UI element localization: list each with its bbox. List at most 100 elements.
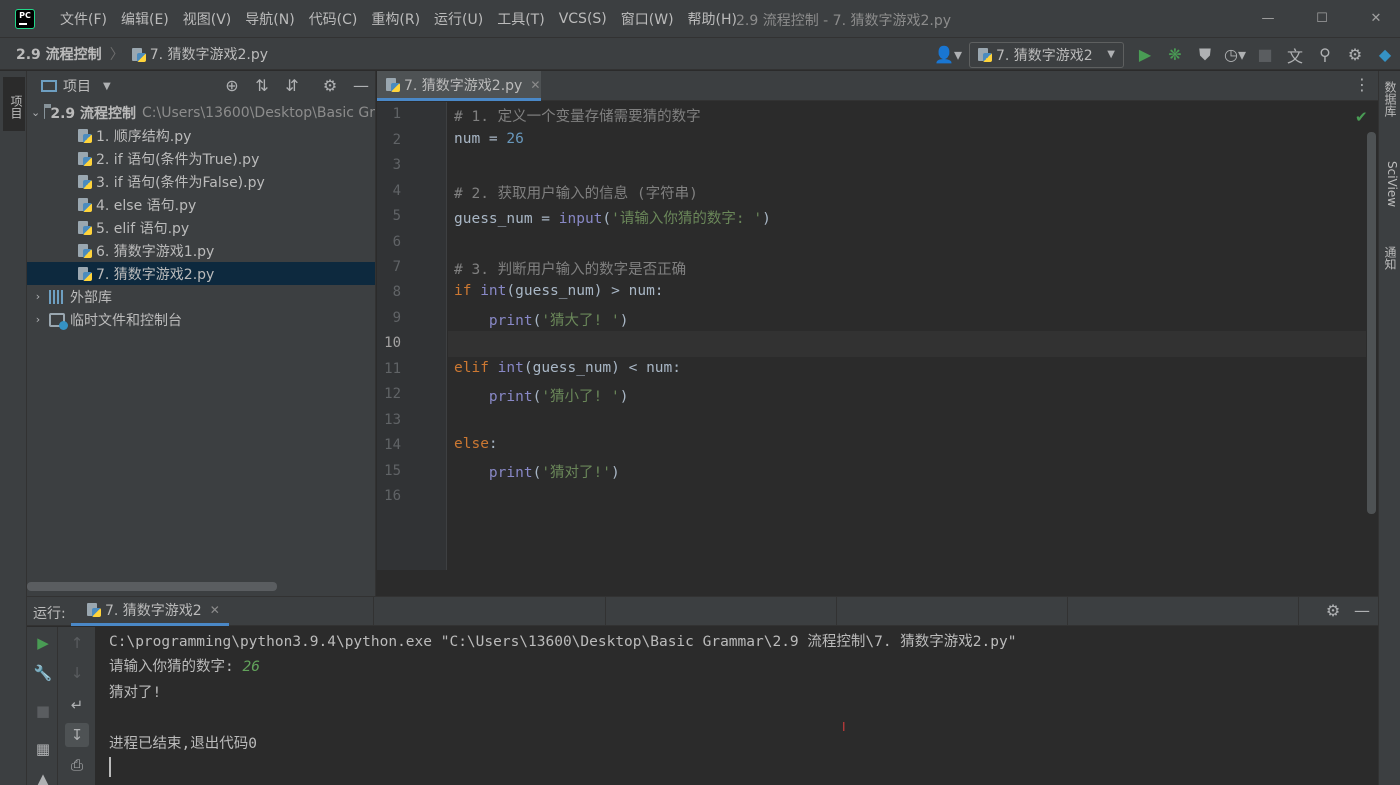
translate-icon[interactable]: 文 bbox=[1280, 40, 1310, 70]
user-icon[interactable]: 👤▾ bbox=[933, 40, 963, 70]
chevron-right-icon[interactable]: › bbox=[31, 290, 45, 303]
profile-icon[interactable]: ◷▾ bbox=[1220, 40, 1250, 70]
tree-file-item[interactable]: 4. else 语句.py bbox=[27, 193, 375, 216]
sciview-tool-tab[interactable]: SciView bbox=[1381, 161, 1399, 207]
external-libs-label: 外部库 bbox=[70, 289, 112, 306]
notifications-tool-tab[interactable]: 通知 bbox=[1381, 246, 1399, 270]
run-tab-active[interactable]: 7. 猜数字游戏2 ✕ bbox=[71, 597, 229, 626]
menu-run[interactable]: 运行(U) bbox=[427, 9, 490, 29]
code-editor[interactable]: # 1. 定义一个变量存储需要猜的数字 num = 26 # 2. 获取用户输入… bbox=[448, 102, 1366, 570]
run-icon[interactable]: ▶ bbox=[1130, 40, 1160, 70]
menu-window[interactable]: 窗口(W) bbox=[614, 9, 681, 29]
arrow-up-icon[interactable]: ↑ bbox=[65, 631, 89, 655]
tree-file-item[interactable]: 1. 顺序结构.py bbox=[27, 124, 375, 147]
menu-help[interactable]: 帮助(H) bbox=[681, 9, 744, 29]
root-folder-path: C:\Users\13600\Desktop\Basic Gr bbox=[142, 104, 375, 121]
minimize-button[interactable]: — bbox=[1248, 8, 1288, 30]
console-caret bbox=[109, 757, 111, 777]
tree-external-libraries[interactable]: › 外部库 bbox=[27, 285, 375, 308]
rerun-icon[interactable]: ▶ bbox=[31, 631, 55, 655]
builtin-token: print bbox=[488, 389, 533, 405]
expand-all-icon[interactable]: ⇅ bbox=[250, 74, 274, 98]
text-cursor-icon: I bbox=[842, 720, 846, 734]
soft-wrap-icon[interactable]: ↵ bbox=[65, 693, 89, 717]
chevron-down-icon[interactable]: ⌄ bbox=[31, 106, 40, 119]
chevron-right-icon[interactable]: › bbox=[31, 313, 45, 326]
code-token: (guess_num) < num: bbox=[523, 360, 681, 376]
horizontal-scrollbar[interactable] bbox=[27, 582, 277, 591]
database-tool-tab[interactable]: 数据库 bbox=[1381, 81, 1399, 117]
chevron-up-icon[interactable]: ▲ bbox=[31, 767, 55, 785]
close-window-button[interactable]: ✕ bbox=[1356, 8, 1396, 30]
tree-file-item[interactable]: 2. if 语句(条件为True).py bbox=[27, 147, 375, 170]
file-name: 5. elif 语句.py bbox=[96, 220, 190, 237]
file-name: 7. 猜数字游戏2.py bbox=[96, 266, 215, 283]
tree-file-item-selected[interactable]: 7. 猜数字游戏2.py bbox=[27, 262, 375, 285]
line-number: 13 bbox=[384, 412, 401, 428]
console-exit-line: 进程已结束,退出代码0 bbox=[109, 736, 257, 752]
locate-file-icon[interactable]: ⊕ bbox=[220, 74, 244, 98]
gear-icon[interactable]: ⚙ bbox=[1340, 40, 1370, 70]
layout-icon[interactable]: ▦ bbox=[31, 737, 55, 761]
console-command-line: C:\programming\python3.9.4\python.exe "C… bbox=[109, 634, 1017, 650]
vertical-scrollbar[interactable] bbox=[1367, 132, 1376, 514]
pycharm-logo-icon: PC bbox=[15, 8, 35, 29]
wrench-icon[interactable]: 🔧 bbox=[31, 661, 55, 685]
code-line-11: elif int(guess_num) < num: bbox=[454, 360, 681, 376]
arrow-down-icon[interactable]: ↓ bbox=[65, 661, 89, 685]
tree-file-item[interactable]: 6. 猜数字游戏1.py bbox=[27, 239, 375, 262]
search-icon[interactable]: ⚲ bbox=[1310, 40, 1340, 70]
more-vertical-icon[interactable]: ⋮ bbox=[1354, 75, 1370, 94]
menu-vcs[interactable]: VCS(S) bbox=[552, 11, 614, 27]
builtin-token: input bbox=[558, 211, 603, 227]
menu-file[interactable]: 文件(F) bbox=[53, 9, 114, 29]
line-number: 14 bbox=[384, 437, 401, 453]
code-token: ) bbox=[619, 313, 629, 329]
string-token: '猜对了!' bbox=[541, 465, 612, 481]
run-configuration-select[interactable]: 7. 猜数字游戏2 ▼ bbox=[969, 41, 1124, 68]
editor-tab-active[interactable]: 7. 猜数字游戏2.py ✕ bbox=[377, 71, 541, 101]
divider bbox=[1067, 597, 1068, 626]
stop-icon[interactable]: ■ bbox=[1250, 40, 1280, 70]
tree-scratches[interactable]: › 临时文件和控制台 bbox=[27, 308, 375, 331]
hide-panel-icon[interactable]: — bbox=[1351, 600, 1373, 622]
scroll-to-end-icon[interactable]: ↧ bbox=[65, 723, 89, 747]
code-line-12: print('猜小了! ') bbox=[454, 385, 629, 406]
gear-icon[interactable]: ⚙ bbox=[318, 74, 342, 98]
hide-panel-icon[interactable]: — bbox=[349, 74, 373, 98]
project-panel-title[interactable]: 项目 bbox=[63, 76, 91, 96]
code-line-14: else: bbox=[454, 436, 498, 452]
maximize-button[interactable]: ☐ bbox=[1302, 8, 1342, 30]
python-file-icon bbox=[78, 220, 92, 235]
menu-refactor[interactable]: 重构(R) bbox=[364, 9, 427, 29]
stop-icon[interactable]: ■ bbox=[31, 699, 55, 723]
tree-root-folder[interactable]: ⌄ 2.9 流程控制 C:\Users\13600\Desktop\Basic … bbox=[27, 101, 375, 124]
breadcrumb-file[interactable]: 7. 猜数字游戏2.py bbox=[131, 44, 268, 64]
menu-tools[interactable]: 工具(T) bbox=[490, 9, 551, 29]
code-line-15: print('猜对了!') bbox=[454, 461, 620, 482]
close-icon[interactable]: ✕ bbox=[210, 603, 220, 617]
run-console[interactable]: C:\programming\python3.9.4\python.exe "C… bbox=[95, 627, 1378, 785]
project-tool-tab[interactable]: 项目 bbox=[3, 77, 25, 131]
gear-icon[interactable]: ⚙ bbox=[1322, 600, 1344, 622]
divider bbox=[605, 597, 606, 626]
checkmark-icon[interactable]: ✔ bbox=[1355, 108, 1368, 126]
code-token: : bbox=[488, 436, 498, 452]
menu-edit[interactable]: 编辑(E) bbox=[114, 9, 176, 29]
tree-file-item[interactable]: 3. if 语句(条件为False).py bbox=[27, 170, 375, 193]
chevron-down-icon[interactable]: ▼ bbox=[103, 81, 111, 92]
editor-bottom-area bbox=[377, 570, 1378, 596]
run-config-label: 7. 猜数字游戏2 bbox=[996, 47, 1093, 64]
coverage-icon[interactable]: ⛊ bbox=[1190, 40, 1220, 70]
menu-navigate[interactable]: 导航(N) bbox=[238, 9, 301, 29]
file-name: 3. if 语句(条件为False).py bbox=[96, 174, 265, 191]
close-icon[interactable]: ✕ bbox=[530, 78, 540, 92]
breadcrumb-project[interactable]: 2.9 流程控制 bbox=[16, 44, 102, 64]
collapse-all-icon[interactable]: ⇵ bbox=[280, 74, 304, 98]
menu-view[interactable]: 视图(V) bbox=[176, 9, 239, 29]
tree-file-item[interactable]: 5. elif 语句.py bbox=[27, 216, 375, 239]
debug-icon[interactable]: ❋ bbox=[1160, 40, 1190, 70]
code-with-me-icon[interactable]: ◆ bbox=[1370, 40, 1400, 70]
print-icon[interactable]: ⎙ bbox=[65, 753, 89, 777]
menu-code[interactable]: 代码(C) bbox=[302, 9, 365, 29]
